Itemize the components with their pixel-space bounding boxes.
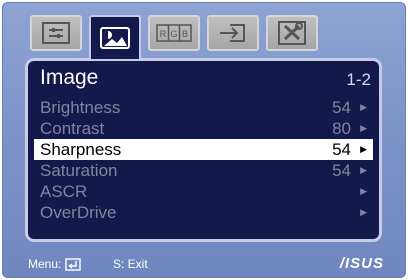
menu-item-label: OverDrive xyxy=(40,203,117,222)
svg-text:B: B xyxy=(182,29,188,39)
menu-item-value: 54 xyxy=(332,98,351,117)
menu-hint-label: Menu: xyxy=(28,257,62,271)
enter-icon xyxy=(65,257,82,271)
tab-general-settings[interactable] xyxy=(30,15,82,51)
menu-item-label: Saturation xyxy=(40,161,118,180)
menu-item-label: Contrast xyxy=(40,119,105,138)
menu-hint: Menu: xyxy=(28,257,82,271)
arrow-right-icon: ▶ xyxy=(360,123,367,133)
tab-color[interactable]: R G B xyxy=(148,15,200,51)
adjust-panel-icon xyxy=(42,22,70,44)
rgb-icon: R G B xyxy=(156,24,192,42)
tab-image[interactable] xyxy=(89,15,141,59)
arrow-right-icon: ▶ xyxy=(360,144,367,154)
tab-input-select[interactable] xyxy=(207,15,259,51)
tab-system-setup[interactable] xyxy=(266,15,318,51)
svg-text:R: R xyxy=(160,29,167,39)
menu-item-value: 80 xyxy=(332,119,351,138)
menu-item-ascr[interactable]: ASCR ▶ xyxy=(34,181,373,202)
arrow-right-icon: ▶ xyxy=(360,207,367,217)
menu-item-sharpness[interactable]: Sharpness 54 ▶ xyxy=(34,139,373,160)
menu-item-value: 54 xyxy=(332,140,351,159)
arrow-right-icon: ▶ xyxy=(360,165,367,175)
menu-item-saturation[interactable]: Saturation 54 ▶ xyxy=(34,160,373,181)
menu-item-overdrive[interactable]: OverDrive ▶ xyxy=(34,202,373,223)
panel-title: Image xyxy=(40,66,99,89)
image-icon xyxy=(100,27,130,49)
page-indicator: 1-2 xyxy=(346,70,371,89)
arrow-right-icon: ▶ xyxy=(360,102,367,112)
menu-item-label: Brightness xyxy=(40,98,121,117)
menu-item-brightness[interactable]: Brightness 54 ▶ xyxy=(34,97,373,118)
input-select-icon xyxy=(220,24,245,42)
asus-logo: /ISUS xyxy=(339,255,384,272)
panel-header: Image 1-2 xyxy=(34,66,373,92)
exit-hint: S: Exit xyxy=(113,257,148,271)
svg-text:G: G xyxy=(170,29,177,39)
menu-item-value: 54 xyxy=(332,161,351,180)
menu-list: Brightness 54 ▶ Contrast 80 ▶ Sharpness … xyxy=(34,97,373,223)
menu-panel: Image 1-2 Brightness 54 ▶ Contrast 80 ▶ … xyxy=(25,58,382,242)
arrow-right-icon: ▶ xyxy=(360,186,367,196)
menu-item-label: Sharpness xyxy=(40,140,122,159)
tools-icon xyxy=(278,21,306,45)
menu-item-contrast[interactable]: Contrast 80 ▶ xyxy=(34,118,373,139)
tab-bar: R G B xyxy=(30,15,318,59)
menu-item-label: ASCR xyxy=(40,182,88,201)
monitor-osd: R G B Image 1-2 Brightness 54 ▶ Contrast… xyxy=(2,2,406,278)
